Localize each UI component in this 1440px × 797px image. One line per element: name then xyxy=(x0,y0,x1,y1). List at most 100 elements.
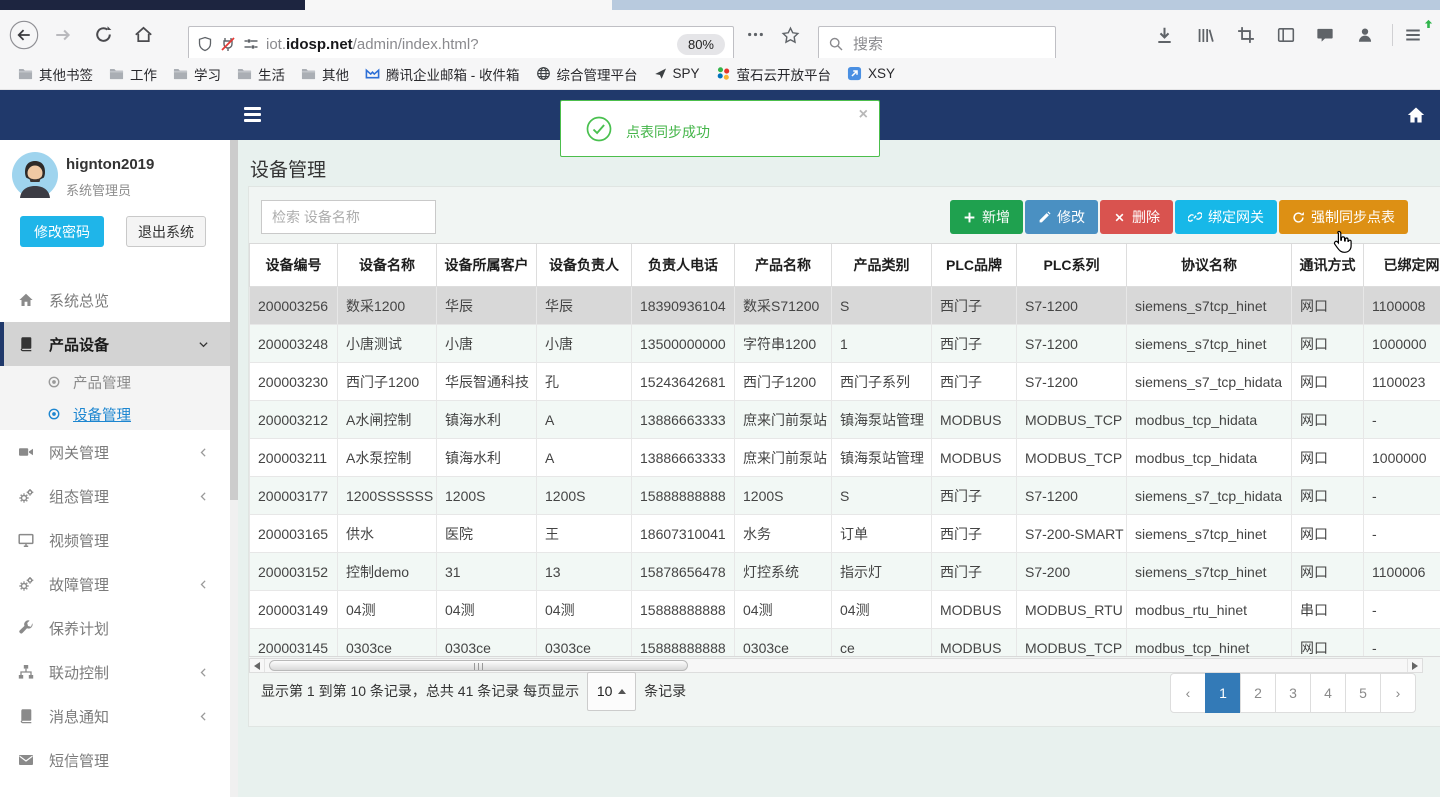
bookmark-spy[interactable]: SPY xyxy=(646,63,708,84)
table-cell[interactable]: MODBUS xyxy=(931,628,1017,656)
table-cell[interactable]: 04测 xyxy=(536,590,632,629)
table-cell[interactable]: 网口 xyxy=(1291,514,1364,553)
column-header[interactable]: 通讯方式 xyxy=(1291,244,1364,287)
table-cell[interactable]: 庶来门前泵站 xyxy=(734,400,832,439)
table-cell[interactable]: A xyxy=(536,400,632,439)
table-cell[interactable]: S7-1200 xyxy=(1016,476,1127,515)
table-cell[interactable]: 04测 xyxy=(436,590,537,629)
table-cell[interactable]: A xyxy=(536,438,632,477)
table-cell[interactable]: 04测 xyxy=(337,590,437,629)
table-cell[interactable]: modbus_tcp_hinet xyxy=(1126,628,1292,656)
table-cell[interactable]: 15888888888 xyxy=(631,476,735,515)
column-header[interactable]: 产品类别 xyxy=(831,244,932,287)
sidebar-toggle-icon[interactable] xyxy=(1277,26,1295,44)
table-cell[interactable]: 200003152 xyxy=(249,552,338,591)
table-row[interactable]: 200003211 A水泵控制 镇海水利 A 13886663333 庶来门前泵站 镇海泵站… xyxy=(249,438,1440,477)
bookmark-xsy[interactable]: XSY xyxy=(839,63,903,84)
avatar[interactable] xyxy=(12,152,58,198)
column-header[interactable]: 负责人电话 xyxy=(631,244,735,287)
page-button-3[interactable]: 3 xyxy=(1275,673,1311,713)
table-cell[interactable]: 网口 xyxy=(1291,476,1364,515)
table-row[interactable]: 200003165 供水 医院王 18607310041 水务 订单 西门子 S7-200-S… xyxy=(249,514,1440,553)
table-cell[interactable]: 数采1200 xyxy=(337,286,437,325)
table-cell[interactable]: 庶来门前泵站 xyxy=(734,438,832,477)
table-row[interactable]: 200003230 西门子1200 华辰智通科技孔 15243642681 西门子120… xyxy=(249,362,1440,401)
edit-button[interactable]: 修改 xyxy=(1025,200,1098,234)
sidebar-item-screen-mgmt[interactable]: 大屏管理 xyxy=(0,782,230,797)
table-cell[interactable]: 串口 xyxy=(1291,590,1364,629)
column-header[interactable]: 协议名称 xyxy=(1126,244,1292,287)
table-cell[interactable]: 西门子 xyxy=(931,362,1017,401)
table-cell[interactable]: A水闸控制 xyxy=(337,400,437,439)
table-row[interactable]: 200003248 小唐测试 小唐 小唐 13500000000 字符串1200 1 西门子 S… xyxy=(249,324,1440,363)
sidebar-scrollbar-thumb[interactable] xyxy=(230,140,238,500)
menu-hamburger-icon[interactable] xyxy=(1404,19,1433,44)
table-cell[interactable]: 1200SSSSSS xyxy=(337,476,437,515)
table-cell[interactable]: 西门子1200 xyxy=(337,362,437,401)
table-cell[interactable]: 18390936104 xyxy=(631,286,735,325)
table-cell[interactable]: siemens_s7tcp_hinet xyxy=(1126,324,1292,363)
app-home-icon[interactable] xyxy=(1406,105,1426,125)
table-cell[interactable]: 灯控系统 xyxy=(734,552,832,591)
table-row[interactable]: 200003149 04测 04测 04测 15888888888 04测 04测 MODBU… xyxy=(249,590,1440,629)
table-cell[interactable]: 1100023 xyxy=(1363,362,1440,401)
table-cell[interactable]: siemens_s7tcp_hinet xyxy=(1126,286,1292,325)
table-cell[interactable]: 1000000 xyxy=(1363,324,1440,363)
table-cell[interactable]: S7-1200 xyxy=(1016,362,1127,401)
table-cell[interactable]: - xyxy=(1363,628,1440,656)
column-header[interactable]: PLC系列 xyxy=(1016,244,1127,287)
sidebar-item-gateway-mgmt[interactable]: 网关管理 xyxy=(0,430,230,474)
page-button-5[interactable]: 5 xyxy=(1345,673,1381,713)
reload-button[interactable] xyxy=(94,25,113,44)
table-row[interactable]: 200003145 0303ce 0303ce 0303ce 15888888888 03… xyxy=(249,628,1440,656)
table-cell[interactable]: MODBUS_TCP xyxy=(1016,438,1127,477)
table-cell[interactable]: 1100008 xyxy=(1363,286,1440,325)
table-cell[interactable]: 西门子 xyxy=(931,324,1017,363)
bookmark-other-bookmarks[interactable]: 其他书签 xyxy=(10,61,101,87)
table-cell[interactable]: 13886663333 xyxy=(631,400,735,439)
sidebar-item-video-mgmt[interactable]: 视频管理 xyxy=(0,518,230,562)
table-cell[interactable]: 镇海泵站管理 xyxy=(831,400,932,439)
table-cell[interactable]: 镇海泵站管理 xyxy=(831,438,932,477)
table-cell[interactable]: S7-200 xyxy=(1016,552,1127,591)
table-cell[interactable]: 数采S71200 xyxy=(734,286,832,325)
table-row[interactable]: 200003256 数采1200 华辰 华辰 18390936104 数采S71200 S 西… xyxy=(249,286,1440,325)
table-cell[interactable]: 网口 xyxy=(1291,286,1364,325)
table-row[interactable]: 200003152 控制demo 31 13 15878656478 灯控系统 指示灯 西门子… xyxy=(249,552,1440,591)
table-cell[interactable]: 镇海水利 xyxy=(436,438,537,477)
table-cell[interactable]: modbus_tcp_hidata xyxy=(1126,400,1292,439)
table-cell[interactable]: 200003177 xyxy=(249,476,338,515)
table-cell[interactable]: 华辰 xyxy=(536,286,632,325)
table-cell[interactable]: 订单 xyxy=(831,514,932,553)
sidebar-item-maintenance-plan[interactable]: 保养计划 xyxy=(0,606,230,650)
page-button-1[interactable]: 1 xyxy=(1205,673,1241,713)
table-cell[interactable]: 王 xyxy=(536,514,632,553)
table-cell[interactable]: 网口 xyxy=(1291,552,1364,591)
table-cell[interactable]: siemens_s7_tcp_hidata xyxy=(1126,362,1292,401)
page-button-2[interactable]: 2 xyxy=(1240,673,1276,713)
sidebar-item-fault-mgmt[interactable]: 故障管理 xyxy=(0,562,230,606)
table-cell[interactable]: 网口 xyxy=(1291,362,1364,401)
home-button[interactable] xyxy=(134,25,153,44)
table-cell[interactable]: A水泵控制 xyxy=(337,438,437,477)
table-cell[interactable]: 15243642681 xyxy=(631,362,735,401)
table-cell[interactable]: siemens_s7_tcp_hidata xyxy=(1126,476,1292,515)
table-cell[interactable]: 18607310041 xyxy=(631,514,735,553)
sidebar-subitem-device-mgmt[interactable]: 设备管理 xyxy=(0,398,230,430)
table-cell[interactable]: 15888888888 xyxy=(631,628,735,656)
browser-search-bar[interactable] xyxy=(818,26,1056,62)
delete-button[interactable]: 删除 xyxy=(1100,200,1173,234)
table-cell[interactable]: S xyxy=(831,286,932,325)
table-cell[interactable]: 网口 xyxy=(1291,400,1364,439)
table-cell[interactable]: 水务 xyxy=(734,514,832,553)
table-cell[interactable]: 1000000 xyxy=(1363,438,1440,477)
table-cell[interactable]: 0303ce xyxy=(536,628,632,656)
sidebar-item-product-device[interactable]: 产品设备 xyxy=(0,322,230,366)
table-cell[interactable]: 西门子1200 xyxy=(734,362,832,401)
table-cell[interactable]: 04测 xyxy=(831,590,932,629)
table-cell[interactable]: 网口 xyxy=(1291,324,1364,363)
sidebar-collapse-icon[interactable] xyxy=(244,107,261,125)
table-cell[interactable]: S7-1200 xyxy=(1016,286,1127,325)
table-cell[interactable]: 小唐 xyxy=(436,324,537,363)
active-tab-strip[interactable] xyxy=(0,0,305,10)
